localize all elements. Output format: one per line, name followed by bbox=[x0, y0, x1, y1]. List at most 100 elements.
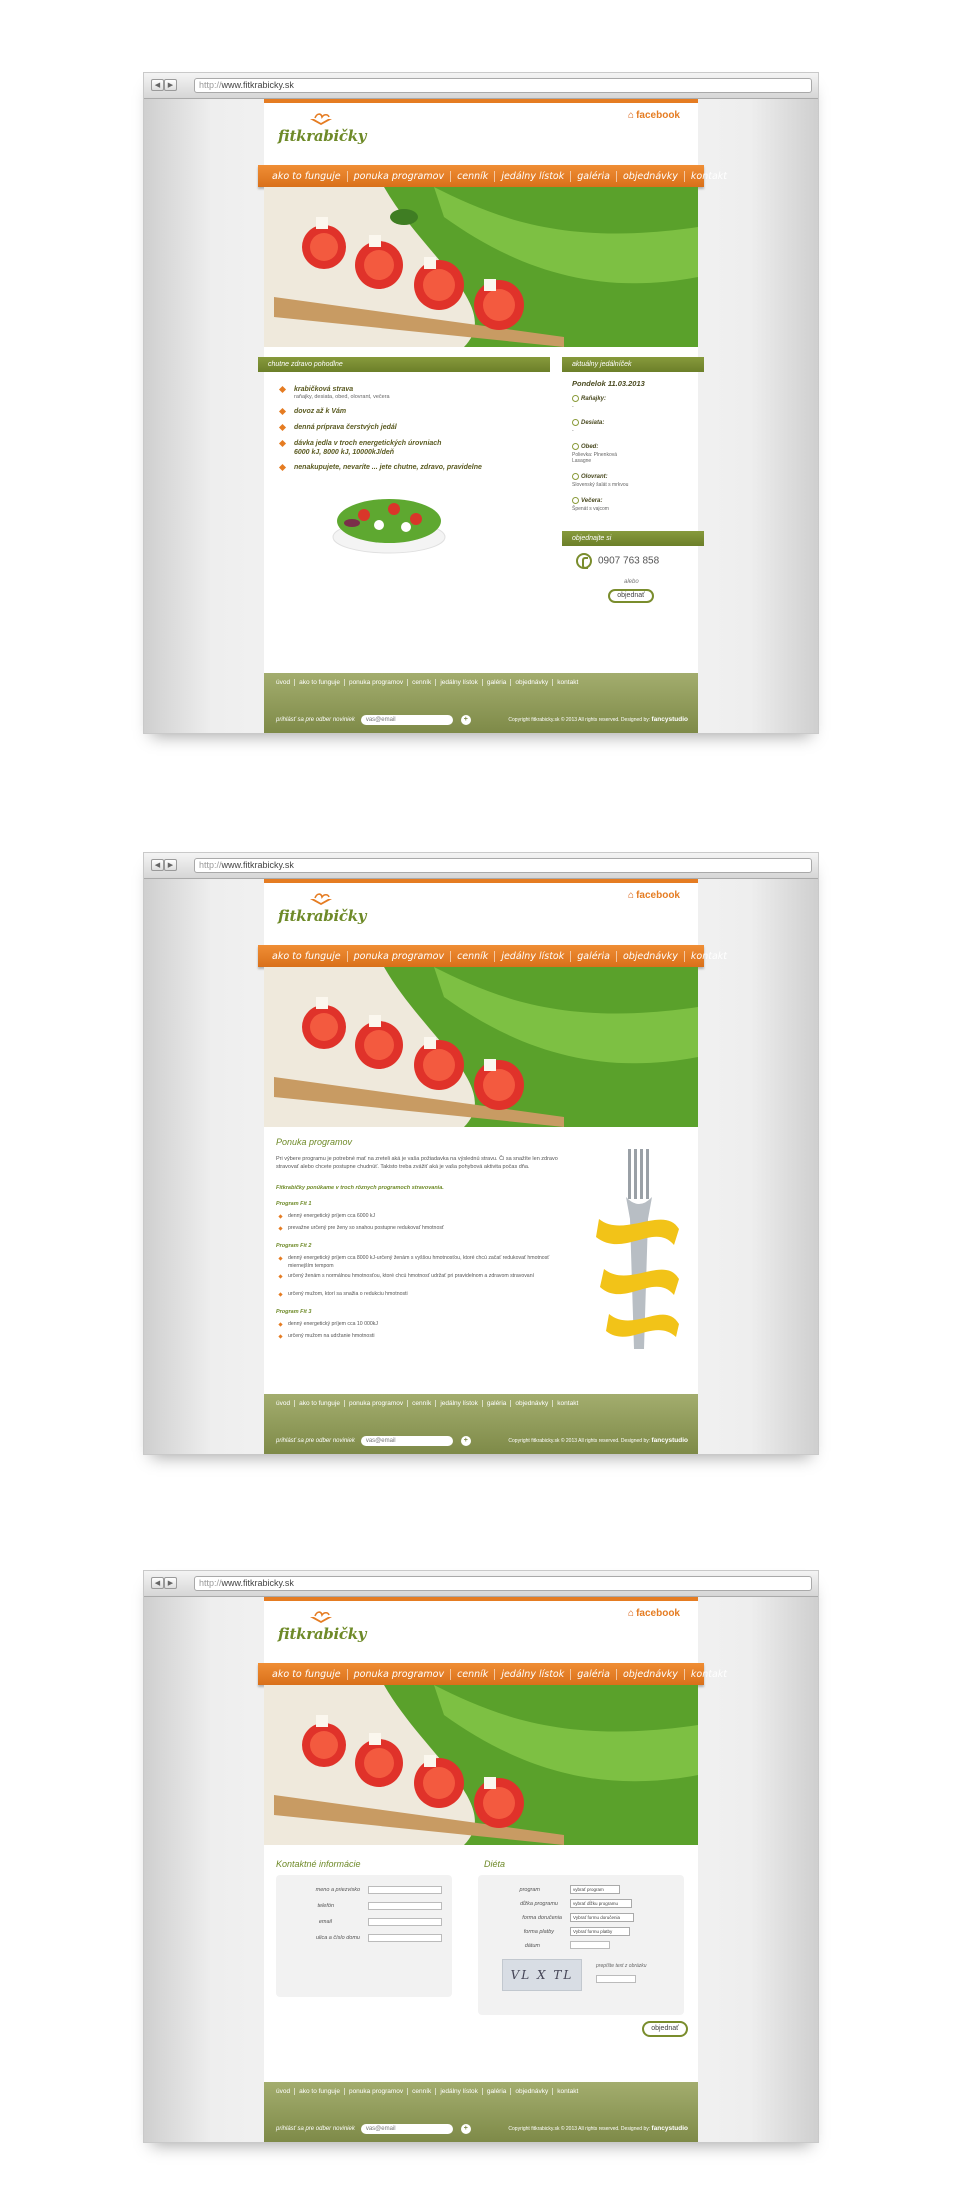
footer-link[interactable]: cenník bbox=[408, 1400, 437, 1407]
footer-link[interactable]: ponuka programov bbox=[345, 2088, 409, 2095]
phone-input[interactable] bbox=[368, 1902, 442, 1910]
footer-link[interactable]: ako to funguje bbox=[295, 1400, 345, 1407]
menu-item-orders[interactable]: objednávky bbox=[617, 950, 685, 962]
footer-link[interactable]: objednávky bbox=[511, 679, 554, 686]
footer-link[interactable]: ako to funguje bbox=[295, 2088, 345, 2095]
footer-link[interactable]: kontakt bbox=[553, 1400, 582, 1407]
footer-link[interactable]: ponuka programov bbox=[345, 1400, 409, 1407]
newsletter-submit-button[interactable]: + bbox=[460, 2124, 471, 2134]
submit-order-button[interactable]: objednať bbox=[642, 2021, 688, 2037]
footer-link[interactable]: úvod bbox=[276, 1400, 296, 1407]
footer-link[interactable]: galéria bbox=[483, 1400, 512, 1407]
program-length-select[interactable]: vybrať dĺžku programu bbox=[570, 1899, 632, 1908]
logo[interactable]: fitkrabičky bbox=[278, 1611, 368, 1655]
newsletter-input[interactable]: vas@email bbox=[360, 1436, 453, 1446]
footer-link[interactable]: ako to funguje bbox=[295, 679, 345, 686]
captcha-input[interactable] bbox=[596, 1975, 636, 1983]
menu-item-contact[interactable]: kontakt bbox=[685, 171, 733, 182]
newsletter-label: prihlásť sa pre odber noviniek bbox=[276, 717, 355, 723]
feature-title: dovoz až k Vám bbox=[294, 408, 347, 415]
home-icon[interactable]: ⌂ bbox=[628, 110, 634, 121]
feature-title-line2: 6000 kJ, 8000 kJ, 10000kJ/deň bbox=[294, 449, 395, 456]
phone-number[interactable]: 0907 763 858 bbox=[576, 553, 659, 569]
address-input[interactable] bbox=[368, 1934, 442, 1942]
payment-select[interactable]: Vybrať formu platby bbox=[570, 1927, 630, 1936]
menu-item-pricing[interactable]: cenník bbox=[451, 170, 496, 182]
menu-item-gallery[interactable]: galéria bbox=[571, 950, 617, 962]
menu-item-orders[interactable]: objednávky bbox=[617, 1668, 685, 1680]
footer-link[interactable]: kontakt bbox=[553, 2088, 582, 2095]
designer-link[interactable]: fancystudio bbox=[652, 1437, 688, 1444]
forward-icon[interactable]: ▶ bbox=[164, 79, 177, 91]
browser-window-programs: ◀ ▶ http://www.fitkrabicky.sk ⌂ facebook … bbox=[143, 852, 819, 1455]
menu-item-how[interactable]: ako to funguje bbox=[266, 170, 348, 182]
order-button[interactable]: objednať bbox=[608, 589, 654, 603]
menu-item-programs[interactable]: ponuka programov bbox=[348, 950, 452, 962]
name-input[interactable] bbox=[368, 1886, 442, 1894]
captcha-image: VL X TL bbox=[502, 1959, 582, 1991]
designer-link[interactable]: fancystudio bbox=[652, 2125, 688, 2132]
designer-link[interactable]: fancystudio bbox=[652, 716, 688, 723]
copyright: Copyright fitkrabicky.sk © 2013 All righ… bbox=[508, 716, 688, 723]
footer-link[interactable]: galéria bbox=[483, 679, 512, 686]
forward-icon[interactable]: ▶ bbox=[164, 1577, 177, 1589]
footer-link[interactable]: cenník bbox=[408, 679, 437, 686]
menu-item-menu[interactable]: jedálny lístok bbox=[495, 170, 572, 182]
footer-link[interactable]: cenník bbox=[408, 2088, 437, 2095]
copyright-text: Copyright fitkrabicky.sk © 2013 All righ… bbox=[508, 717, 651, 723]
feature-item: krabičková strava raňajky, desiata, obed,… bbox=[278, 385, 390, 400]
menu-item-programs[interactable]: ponuka programov bbox=[348, 1668, 452, 1680]
menu-item-programs[interactable]: ponuka programov bbox=[348, 170, 452, 182]
newsletter-input[interactable]: vas@email bbox=[360, 715, 453, 725]
menu-item-contact[interactable]: kontakt bbox=[685, 1669, 733, 1680]
address-bar[interactable]: http://www.fitkrabicky.sk bbox=[194, 78, 812, 93]
address-bar[interactable]: http://www.fitkrabicky.sk bbox=[194, 858, 812, 873]
program-name: Program Fit 2 bbox=[276, 1243, 312, 1249]
forward-icon[interactable]: ▶ bbox=[164, 859, 177, 871]
back-icon[interactable]: ◀ bbox=[151, 859, 164, 871]
footer-link[interactable]: kontakt bbox=[553, 679, 582, 686]
back-icon[interactable]: ◀ bbox=[151, 79, 164, 91]
back-icon[interactable]: ◀ bbox=[151, 1577, 164, 1589]
clock-icon bbox=[572, 497, 579, 504]
delivery-select[interactable]: Vybrať formu doručenia bbox=[570, 1913, 634, 1922]
facebook-link[interactable]: ⌂ facebook bbox=[628, 110, 680, 121]
menu-item-how[interactable]: ako to funguje bbox=[266, 1668, 348, 1680]
program-select[interactable]: vybrať program bbox=[570, 1885, 620, 1894]
footer-link[interactable]: jedálny lístok bbox=[436, 1400, 483, 1407]
logo[interactable]: fitkrabičky bbox=[278, 893, 368, 937]
newsletter-submit-button[interactable]: + bbox=[460, 1436, 471, 1446]
browser-toolbar: ◀ ▶ http://www.fitkrabicky.sk bbox=[144, 73, 818, 99]
logo[interactable]: fitkrabičky bbox=[278, 113, 368, 157]
footer-link[interactable]: galéria bbox=[483, 2088, 512, 2095]
bullet-diamond-icon bbox=[278, 423, 287, 432]
newsletter-submit-button[interactable]: + bbox=[460, 715, 471, 725]
contact-field-label: meno a priezvisko bbox=[315, 1887, 360, 1893]
menu-item-pricing[interactable]: cenník bbox=[451, 1668, 496, 1680]
email-input[interactable] bbox=[368, 1918, 442, 1926]
home-icon[interactable]: ⌂ bbox=[628, 890, 634, 901]
footer-link[interactable]: úvod bbox=[276, 2088, 296, 2095]
facebook-link[interactable]: ⌂ facebook bbox=[628, 1608, 680, 1619]
menu-item-menu[interactable]: jedálny lístok bbox=[495, 950, 572, 962]
contact-field-label: email bbox=[318, 1919, 332, 1925]
home-icon[interactable]: ⌂ bbox=[628, 1608, 634, 1619]
footer-link[interactable]: ponuka programov bbox=[345, 679, 409, 686]
diet-field-label: dĺžka programu bbox=[520, 1901, 558, 1907]
menu-item-contact[interactable]: kontakt bbox=[685, 951, 733, 962]
menu-item-how[interactable]: ako to funguje bbox=[266, 950, 348, 962]
menu-item-orders[interactable]: objednávky bbox=[617, 170, 685, 182]
menu-item-gallery[interactable]: galéria bbox=[571, 170, 617, 182]
footer-link[interactable]: jedálny lístok bbox=[436, 2088, 483, 2095]
newsletter-input[interactable]: vas@email bbox=[360, 2124, 453, 2134]
menu-item-menu[interactable]: jedálny lístok bbox=[495, 1668, 572, 1680]
menu-item-gallery[interactable]: galéria bbox=[571, 1668, 617, 1680]
date-input[interactable] bbox=[570, 1941, 610, 1949]
footer-link[interactable]: úvod bbox=[276, 679, 296, 686]
address-bar[interactable]: http://www.fitkrabicky.sk bbox=[194, 1576, 812, 1591]
footer-link[interactable]: objednávky bbox=[511, 2088, 554, 2095]
menu-item-pricing[interactable]: cenník bbox=[451, 950, 496, 962]
footer-link[interactable]: objednávky bbox=[511, 1400, 554, 1407]
footer-link[interactable]: jedálny lístok bbox=[436, 679, 483, 686]
facebook-link[interactable]: ⌂ facebook bbox=[628, 890, 680, 901]
